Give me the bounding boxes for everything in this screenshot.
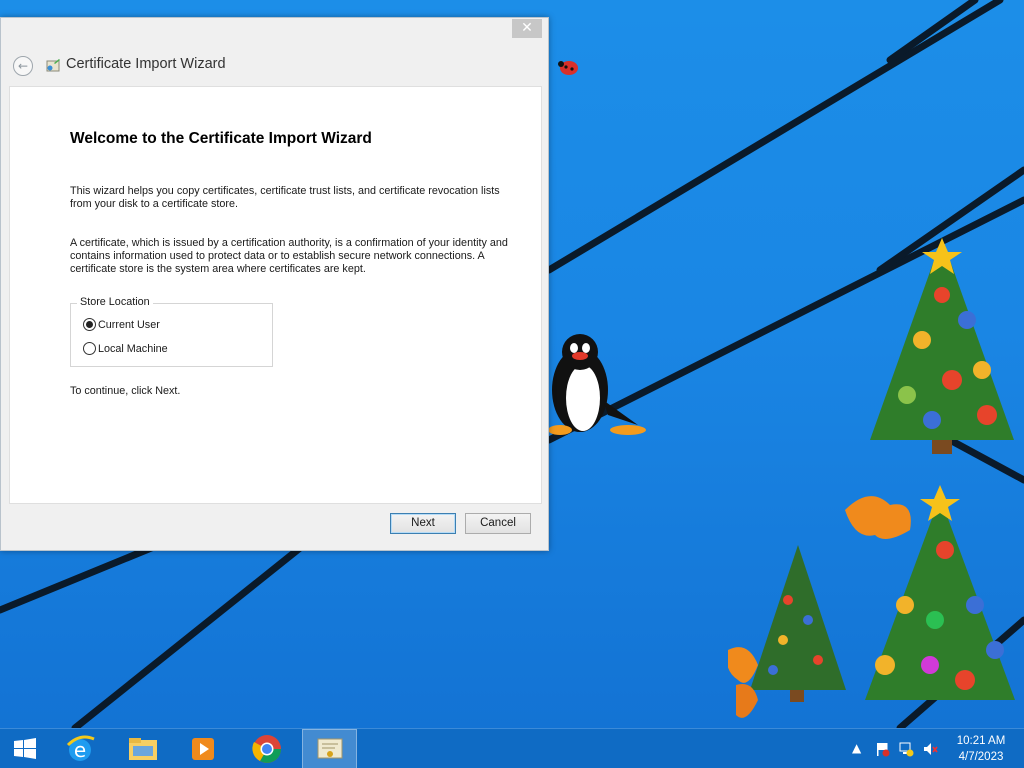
certificate-import-wizard-window: ✕ ← Certificate Import Wizard Welcome to… [0, 17, 549, 551]
next-button[interactable]: Next [390, 513, 456, 534]
action-center-flag-icon[interactable] [874, 741, 890, 757]
ladybug-icon [558, 61, 578, 75]
christmas-tree-icon [845, 485, 1015, 700]
chrome-icon [252, 735, 281, 763]
wizard-content-panel: Welcome to the Certificate Import Wizard… [9, 86, 542, 504]
christmas-tree-icon [728, 545, 846, 718]
local-machine-label: Local Machine [98, 342, 168, 355]
internet-explorer-icon: e [66, 735, 95, 762]
current-user-radio[interactable] [83, 318, 96, 331]
show-hidden-icons-icon[interactable]: ▲ [852, 741, 861, 755]
continue-instruction: To continue, click Next. [70, 385, 181, 397]
taskbar-certificate-wizard[interactable] [302, 729, 357, 768]
page-title: Welcome to the Certificate Import Wizard [70, 130, 372, 147]
network-icon[interactable] [898, 741, 914, 757]
file-explorer-icon [129, 738, 157, 760]
christmas-tree-icon [870, 238, 1014, 454]
taskbar-internet-explorer[interactable]: e [55, 729, 105, 768]
certificate-description-paragraph: A certificate, which is issued by a cert… [70, 237, 508, 275]
current-user-radio-option[interactable]: Current User [83, 318, 160, 331]
clock-date: 4/7/2023 [958, 751, 1004, 763]
svg-text:e: e [74, 738, 86, 762]
penguin-icon [548, 334, 646, 435]
cancel-button[interactable]: Cancel [465, 513, 531, 534]
certificate-wizard-icon [317, 738, 342, 759]
taskbar-file-explorer[interactable] [118, 729, 168, 768]
close-button[interactable]: ✕ [512, 19, 542, 38]
local-machine-radio-option[interactable]: Local Machine [83, 342, 168, 355]
window-title: Certificate Import Wizard [66, 56, 226, 72]
store-location-group: Store Location Current User Local Machin… [70, 296, 273, 367]
clock-time: 10:21 AM [956, 735, 1006, 747]
system-clock[interactable]: 10:21 AM 4/7/2023 [948, 733, 1014, 765]
current-user-label: Current User [98, 318, 160, 331]
intro-paragraph: This wizard helps you copy certificates,… [70, 185, 500, 210]
taskbar: e ▲ 10:21 AM 4/7/2023 [0, 728, 1024, 768]
start-icon [14, 738, 36, 759]
media-player-icon [192, 738, 214, 760]
local-machine-radio[interactable] [83, 342, 96, 355]
certificate-wizard-icon [46, 59, 60, 72]
taskbar-media-player[interactable] [178, 729, 228, 768]
store-location-label: Store Location [77, 296, 153, 308]
taskbar-chrome[interactable] [242, 729, 292, 768]
start-button[interactable] [0, 729, 50, 768]
back-button[interactable]: ← [13, 56, 33, 76]
volume-muted-icon[interactable] [922, 741, 938, 757]
